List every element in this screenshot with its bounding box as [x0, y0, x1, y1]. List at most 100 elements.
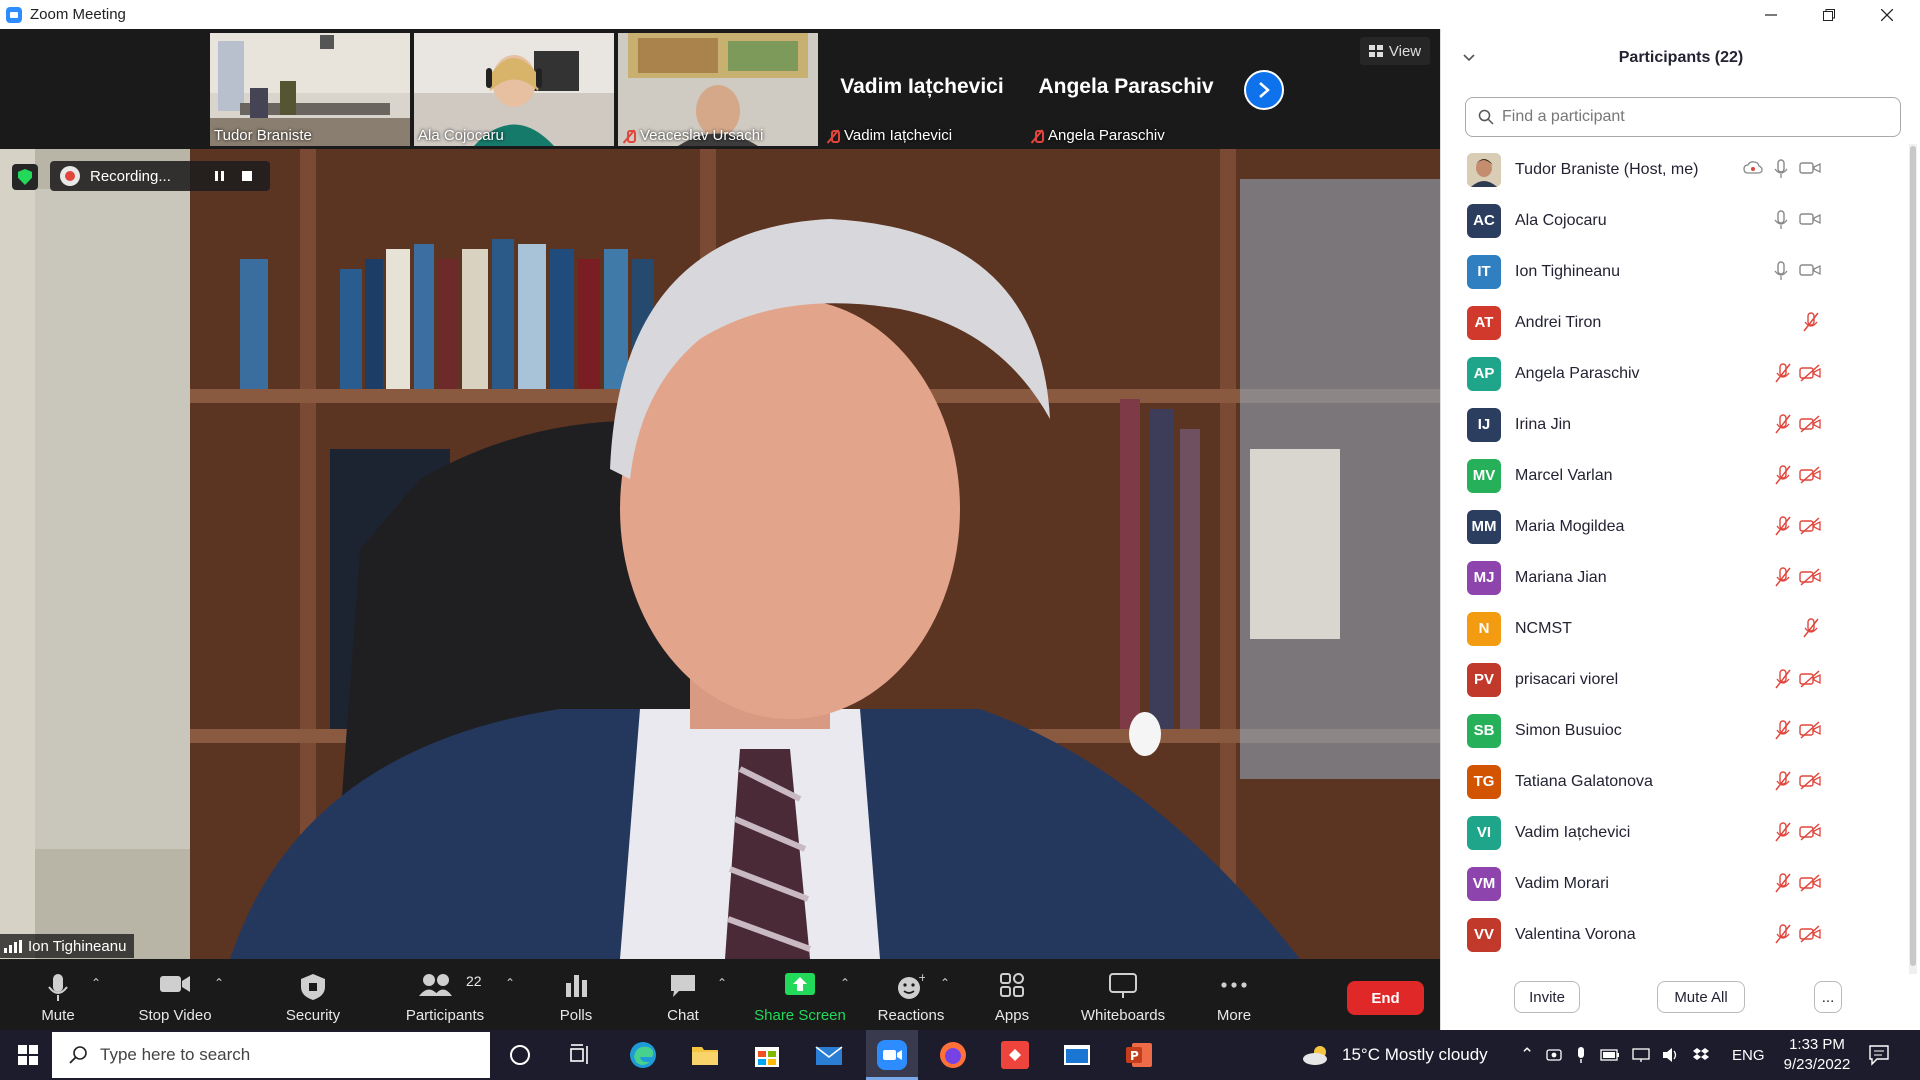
- chat-options-caret[interactable]: ⌃: [717, 976, 727, 990]
- muted-microphone-icon[interactable]: [1773, 771, 1793, 791]
- windows-start-icon[interactable]: [18, 1045, 38, 1065]
- participant-row[interactable]: AC Ala Cojocaru: [1441, 195, 1911, 246]
- participant-row[interactable]: VM Vadim Morari: [1441, 858, 1911, 909]
- muted-microphone-icon[interactable]: [1773, 822, 1793, 842]
- video-off-icon[interactable]: [1799, 823, 1821, 843]
- pause-recording-icon[interactable]: [213, 169, 227, 183]
- camera-tray-icon[interactable]: [1546, 1047, 1562, 1063]
- muted-microphone-icon[interactable]: [1773, 465, 1793, 485]
- clock[interactable]: 1:33 PM 9/23/2022: [1772, 1030, 1862, 1080]
- taskbar-search[interactable]: Type here to search: [52, 1032, 490, 1078]
- notifications-icon[interactable]: [1868, 1044, 1890, 1066]
- mute-all-button[interactable]: Mute All: [1657, 981, 1745, 1013]
- volume-icon[interactable]: [1662, 1047, 1680, 1063]
- video-off-icon[interactable]: [1799, 415, 1821, 435]
- video-camera-icon[interactable]: [1799, 160, 1821, 180]
- whiteboards-button[interactable]: Whiteboards: [1078, 959, 1168, 1030]
- participant-row[interactable]: AP Angela Paraschiv: [1441, 348, 1911, 399]
- close-window-button[interactable]: [1858, 0, 1916, 29]
- task-view-icon[interactable]: [565, 1040, 595, 1070]
- participants-button[interactable]: 22 Participants: [400, 959, 490, 1030]
- video-off-icon[interactable]: [1799, 670, 1821, 690]
- participants-options-caret[interactable]: ⌃: [505, 976, 515, 990]
- participant-search[interactable]: [1465, 97, 1901, 137]
- participant-row[interactable]: MV Marcel Varlan: [1441, 450, 1911, 501]
- apps-button[interactable]: Apps: [992, 959, 1032, 1030]
- participant-row[interactable]: IJ Irina Jin: [1441, 399, 1911, 450]
- video-camera-icon[interactable]: [1799, 262, 1821, 282]
- window-app-icon[interactable]: [1062, 1040, 1092, 1070]
- participant-row[interactable]: N NCMST: [1441, 603, 1911, 654]
- invite-button[interactable]: Invite: [1514, 981, 1580, 1013]
- panel-more-button[interactable]: ...: [1814, 981, 1842, 1013]
- video-thumbnail[interactable]: Tudor Braniste: [210, 33, 410, 146]
- minimize-button[interactable]: [1742, 0, 1800, 29]
- participant-row[interactable]: MM Maria Mogildea: [1441, 501, 1911, 552]
- microsoft-store-icon[interactable]: [752, 1040, 782, 1070]
- weather-widget[interactable]: 15°C Mostly cloudy: [1302, 1030, 1488, 1080]
- firefox-icon[interactable]: [938, 1040, 968, 1070]
- video-camera-icon[interactable]: [1799, 211, 1821, 231]
- muted-microphone-icon[interactable]: [1773, 567, 1793, 587]
- network-icon[interactable]: [1632, 1047, 1650, 1063]
- security-button[interactable]: Security: [278, 959, 348, 1030]
- anydesk-icon[interactable]: [1000, 1040, 1030, 1070]
- participant-row[interactable]: Tudor Braniste (Host, me): [1441, 144, 1911, 195]
- chat-button[interactable]: Chat: [662, 959, 704, 1030]
- collapse-panel-chevron-down-icon[interactable]: [1463, 49, 1475, 65]
- share-screen-button[interactable]: Share Screen: [752, 959, 848, 1030]
- stop-recording-icon[interactable]: [240, 169, 254, 183]
- participant-row[interactable]: MJ Mariana Jian: [1441, 552, 1911, 603]
- more-button[interactable]: More: [1213, 959, 1255, 1030]
- participant-row[interactable]: TG Tatiana Galatonova: [1441, 756, 1911, 807]
- muted-microphone-icon[interactable]: [1773, 720, 1793, 740]
- participant-row[interactable]: VV Valentina Vorona: [1441, 909, 1911, 960]
- microphone-icon[interactable]: [1773, 210, 1793, 230]
- security-shield-icon[interactable]: [12, 164, 38, 190]
- video-off-icon[interactable]: [1799, 772, 1821, 792]
- search-input[interactable]: [1502, 108, 1882, 126]
- video-off-icon[interactable]: [1799, 925, 1821, 945]
- video-off-icon[interactable]: [1799, 721, 1821, 741]
- edge-browser-icon[interactable]: [628, 1040, 658, 1070]
- next-page-button[interactable]: [1244, 70, 1284, 110]
- mail-icon[interactable]: [814, 1040, 844, 1070]
- video-thumbnail[interactable]: Ala Cojocaru: [414, 33, 614, 146]
- powerpoint-icon[interactable]: P: [1124, 1040, 1154, 1070]
- mute-button[interactable]: Mute: [28, 959, 88, 1030]
- panel-scrollbar[interactable]: [1909, 144, 1917, 974]
- video-off-icon[interactable]: [1799, 874, 1821, 894]
- cortana-icon[interactable]: [505, 1040, 535, 1070]
- muted-microphone-icon[interactable]: [1773, 414, 1793, 434]
- video-off-icon[interactable]: [1799, 568, 1821, 588]
- participant-row[interactable]: IT Ion Tighineanu: [1441, 246, 1911, 297]
- scrollbar-thumb[interactable]: [1910, 146, 1916, 966]
- muted-microphone-icon[interactable]: [1773, 516, 1793, 536]
- video-off-icon[interactable]: [1799, 517, 1821, 537]
- participant-row[interactable]: SB Simon Busuioc: [1441, 705, 1911, 756]
- video-off-icon[interactable]: [1799, 466, 1821, 486]
- video-options-caret[interactable]: ⌃: [214, 976, 224, 990]
- video-thumbnail[interactable]: Angela Paraschiv Angela Paraschiv: [1026, 33, 1226, 146]
- language-indicator[interactable]: ENG: [1732, 1030, 1765, 1080]
- audio-options-caret[interactable]: ⌃: [91, 976, 101, 990]
- reactions-options-caret[interactable]: ⌃: [940, 976, 950, 990]
- dropbox-icon[interactable]: [1692, 1047, 1710, 1063]
- stop-video-button[interactable]: Stop Video: [128, 959, 222, 1030]
- muted-microphone-icon[interactable]: [1773, 363, 1793, 383]
- zoom-taskbar-button[interactable]: [866, 1030, 918, 1080]
- video-thumbnail[interactable]: Veaceslav Ursachi: [618, 33, 818, 146]
- participant-row[interactable]: AT Andrei Tiron: [1441, 297, 1911, 348]
- microphone-icon[interactable]: [1773, 261, 1793, 281]
- muted-microphone-icon[interactable]: [1773, 873, 1793, 893]
- share-options-caret[interactable]: ⌃: [840, 976, 850, 990]
- reactions-button[interactable]: + Reactions: [876, 959, 946, 1030]
- end-meeting-button[interactable]: End: [1347, 981, 1424, 1015]
- muted-microphone-icon[interactable]: [1801, 618, 1821, 638]
- muted-microphone-icon[interactable]: [1773, 924, 1793, 944]
- microphone-icon[interactable]: [1773, 159, 1793, 179]
- file-explorer-icon[interactable]: [690, 1040, 720, 1070]
- participant-row[interactable]: VI Vadim Iațchevici: [1441, 807, 1911, 858]
- polls-button[interactable]: Polls: [556, 959, 596, 1030]
- restore-button[interactable]: [1800, 0, 1858, 29]
